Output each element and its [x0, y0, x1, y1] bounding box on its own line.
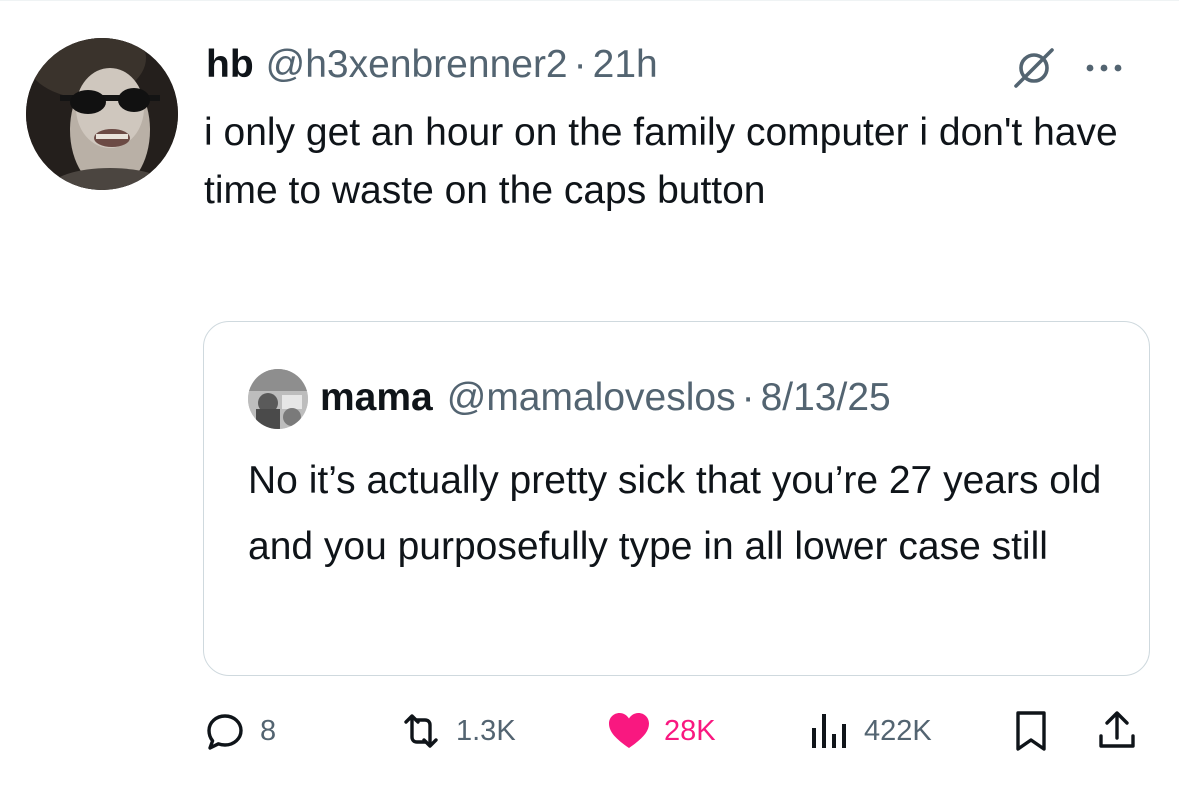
repost-button[interactable]: 1.3K — [398, 700, 516, 762]
quote-author-name[interactable]: mama — [320, 376, 433, 420]
author-avatar[interactable] — [26, 38, 178, 190]
views-count: 422K — [864, 714, 932, 747]
author-handle[interactable]: @h3xenbrenner2 — [266, 43, 568, 87]
bookmark-button[interactable] — [1008, 700, 1054, 762]
repost-icon — [404, 714, 438, 748]
tweet-text: i only get an hour on the family compute… — [204, 111, 1118, 212]
author-name[interactable]: hb — [206, 43, 254, 87]
quote-author-handle[interactable]: @mamaloveslos — [447, 376, 736, 420]
quote-avatar-image — [248, 369, 308, 429]
tweet-timestamp[interactable]: 21h — [593, 43, 658, 87]
tweet-top-actions — [1010, 44, 1124, 92]
like-button[interactable]: 28K — [606, 700, 716, 762]
views-icon — [812, 714, 846, 748]
share-icon — [1099, 711, 1135, 748]
quote-header: mama @mamaloveslos · 8/13/25 — [320, 370, 891, 426]
reply-icon — [207, 714, 243, 750]
repost-count: 1.3K — [456, 714, 516, 747]
views-button[interactable]: 422K — [806, 700, 932, 762]
heart-icon — [609, 713, 649, 748]
quote-separator-dot: · — [741, 376, 755, 419]
reply-count: 8 — [260, 714, 277, 747]
quote-date[interactable]: 8/13/25 — [761, 376, 891, 420]
action-bar: 8 1.3K 28K 422K — [0, 700, 1179, 762]
share-button[interactable] — [1094, 700, 1140, 762]
bookmark-icon — [1016, 711, 1046, 751]
separator-dot: · — [573, 43, 587, 86]
reply-button[interactable]: 8 — [202, 700, 276, 762]
tweet-header: hb @h3xenbrenner2 · 21h — [206, 38, 658, 92]
like-count: 28K — [664, 714, 716, 747]
grok-icon[interactable] — [1010, 44, 1058, 92]
quote-text: No it’s actually pretty sick that you’re… — [248, 459, 1102, 568]
avatar-image — [26, 38, 178, 190]
more-icon[interactable] — [1084, 58, 1124, 78]
quote-tweet-card[interactable]: mama @mamaloveslos · 8/13/25 No it’s act… — [203, 321, 1150, 676]
top-divider — [0, 0, 1179, 1]
quote-author-avatar[interactable] — [248, 369, 308, 429]
